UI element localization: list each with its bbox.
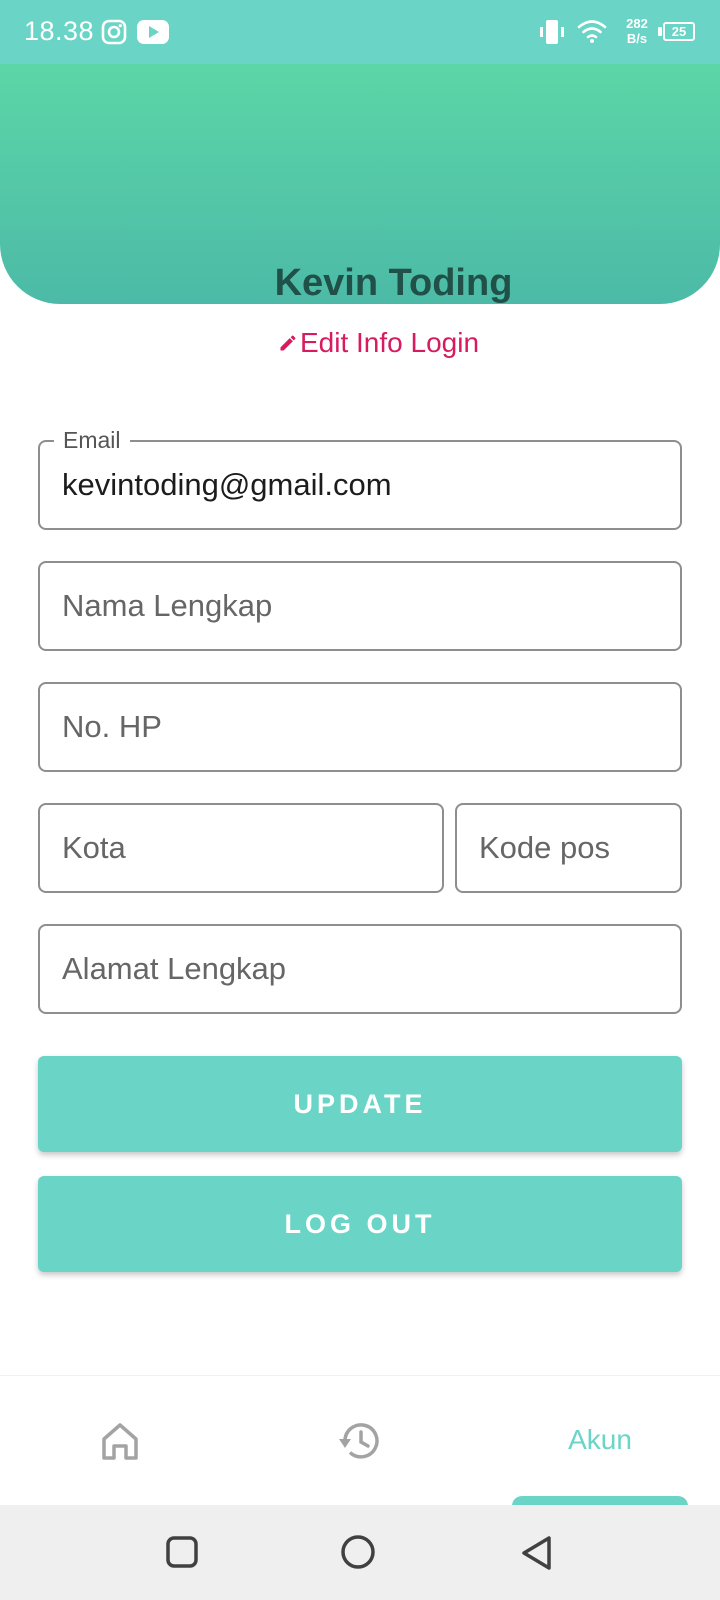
nav-home[interactable]	[0, 1376, 240, 1506]
battery-level: 25	[671, 24, 687, 39]
address-field	[38, 924, 682, 1014]
instagram-icon	[101, 19, 127, 45]
edit-info-login-label: Edit Info Login	[300, 327, 480, 358]
edit-info-login-link[interactable]: Edit Info Login	[278, 325, 479, 361]
full-name-field	[38, 561, 682, 651]
postal-code-field	[455, 803, 682, 893]
status-time: 18.38	[24, 16, 95, 46]
phone-input[interactable]	[62, 684, 658, 770]
net-speed-unit: B/s	[626, 31, 648, 46]
recent-apps-icon[interactable]	[165, 1535, 199, 1569]
system-nav-bar	[0, 1505, 720, 1600]
home-icon	[102, 1423, 138, 1460]
battery-icon: 25	[663, 22, 695, 41]
account-screen: 18.38 282 B/s 25 Kevin Toding Edit Info …	[0, 0, 720, 1600]
update-button[interactable]: UPDATE	[38, 1056, 682, 1152]
nav-account-label: Akun	[568, 1424, 632, 1455]
net-speed-value: 282	[626, 16, 648, 31]
email-input[interactable]	[62, 442, 658, 528]
battery-tip	[658, 27, 662, 36]
wifi-icon	[577, 20, 607, 43]
home-circle-icon[interactable]	[340, 1535, 376, 1571]
history-icon	[339, 1423, 379, 1459]
pencil-icon	[280, 335, 296, 351]
youtube-icon	[137, 20, 169, 44]
net-speed: 282 B/s	[620, 16, 654, 46]
address-input[interactable]	[62, 926, 658, 1012]
vibrate-icon	[540, 20, 564, 44]
phone-field	[38, 682, 682, 772]
nav-history[interactable]	[240, 1376, 480, 1506]
postal-code-input[interactable]	[479, 805, 658, 891]
profile-name: Kevin Toding	[274, 262, 513, 304]
logout-button[interactable]: LOG OUT	[38, 1176, 682, 1272]
status-bar: 18.38 282 B/s 25	[0, 0, 720, 64]
full-name-input[interactable]	[62, 563, 658, 649]
city-input[interactable]	[62, 805, 420, 891]
nav-account[interactable]: Akun	[480, 1376, 720, 1506]
bottom-nav: Akun	[0, 1375, 720, 1508]
email-field: Email	[38, 427, 682, 530]
city-field	[38, 803, 444, 893]
back-icon[interactable]	[520, 1535, 554, 1571]
